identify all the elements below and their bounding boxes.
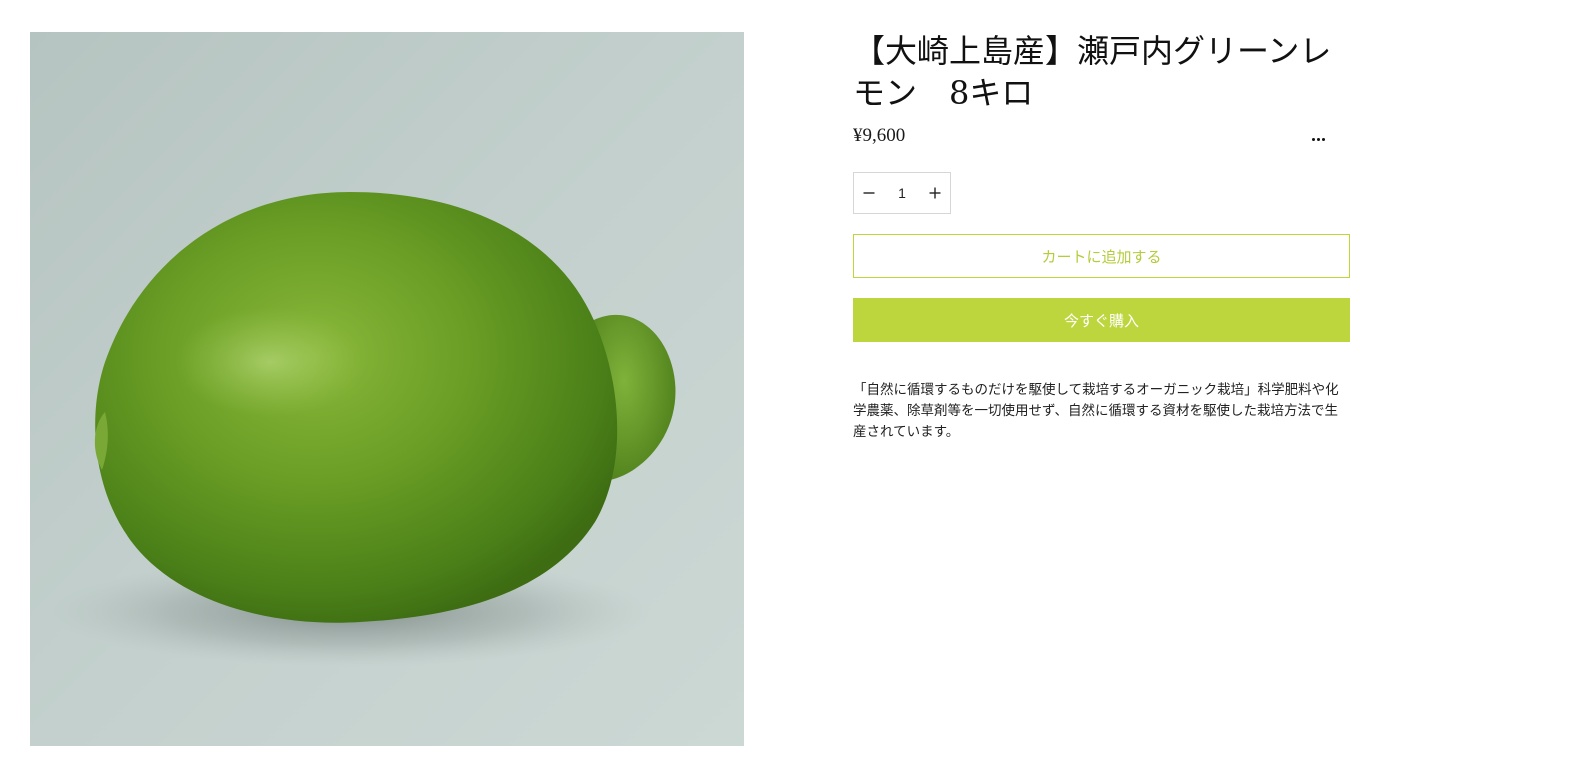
product-image[interactable] <box>30 32 744 746</box>
more-options-button[interactable] <box>1306 126 1330 146</box>
quantity-stepper <box>853 172 951 214</box>
plus-icon <box>929 187 941 199</box>
lemon-photo <box>30 32 744 746</box>
product-price: ¥9,600 <box>853 125 906 146</box>
price-row: ¥9,600 <box>853 122 1350 150</box>
product-description: 「自然に循環するものだけを駆使して栽培するオーガニック栽培」科学肥料や化学農薬、… <box>853 382 1339 440</box>
product-info-panel: 【大崎上島産】瀬戸内グリーンレモン 8キロ ¥9,600 カートに追加する 今す… <box>853 30 1350 457</box>
buy-now-button[interactable]: 今すぐ購入 <box>853 298 1350 342</box>
more-dots-icon <box>1311 129 1326 144</box>
quantity-decrement-button[interactable] <box>854 173 884 213</box>
product-title: 【大崎上島産】瀬戸内グリーンレモン 8キロ <box>853 32 1332 112</box>
minus-icon <box>863 192 875 194</box>
quantity-input[interactable] <box>884 173 920 213</box>
quantity-increment-button[interactable] <box>920 173 950 213</box>
add-to-cart-button[interactable]: カートに追加する <box>853 234 1350 278</box>
